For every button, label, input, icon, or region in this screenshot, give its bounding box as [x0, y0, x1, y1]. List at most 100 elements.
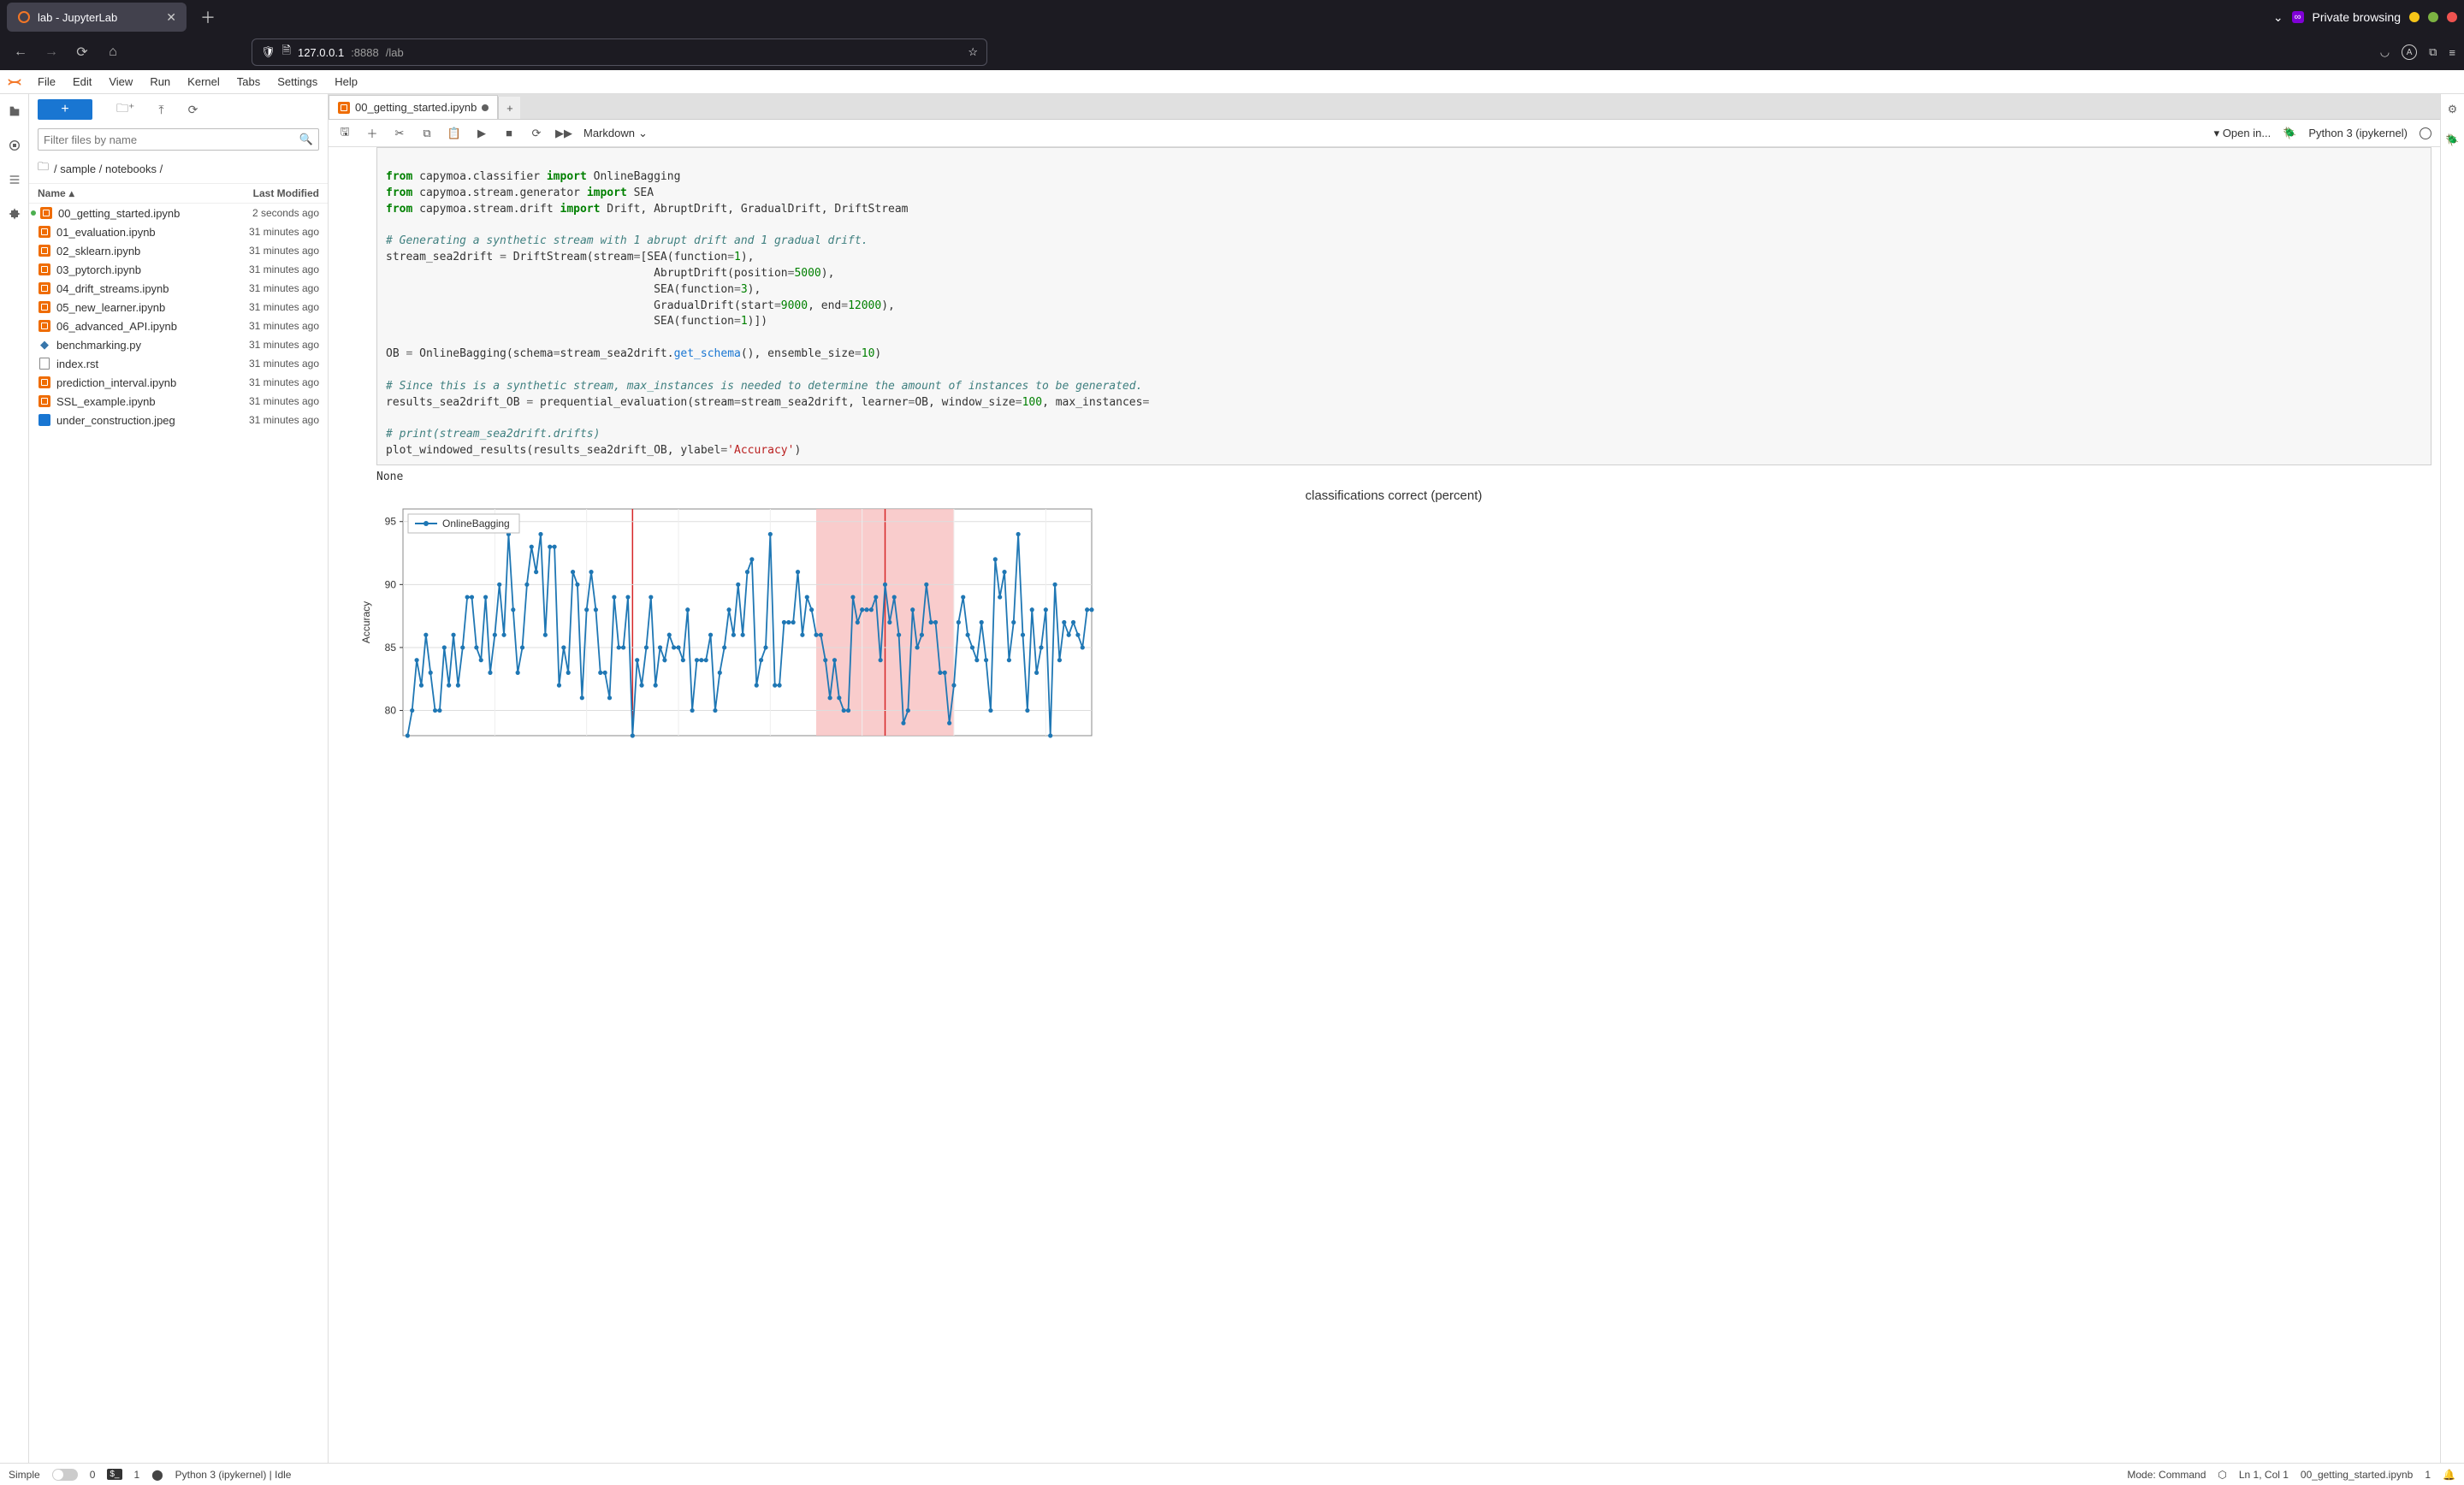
file-row[interactable]: 00_getting_started.ipynb2 seconds ago [29, 204, 328, 222]
menu-icon[interactable]: ≡ [2449, 46, 2455, 59]
file-browser: + 🗀⁺ ⤒ ⟳ 🔍 🗀 / sample / notebooks / Name… [29, 94, 329, 1463]
restart-icon[interactable]: ⟳ [529, 127, 544, 140]
reload-button[interactable]: ⟳ [70, 40, 94, 64]
bug-icon[interactable]: 🪲 [2283, 127, 2296, 140]
sort-asc-icon: ▴ [69, 187, 74, 199]
account-icon[interactable]: A [2402, 44, 2417, 60]
extensions-icon[interactable] [6, 205, 23, 222]
window-maximize-icon[interactable] [2428, 12, 2438, 22]
url-host: 127.0.0.1 [298, 46, 344, 59]
upload-icon[interactable]: ⤒ [158, 103, 163, 117]
browser-tab[interactable]: lab - JupyterLab ✕ [7, 3, 187, 32]
jupyter-logo-icon[interactable] [0, 74, 29, 91]
bell-icon[interactable]: 🔔 [2443, 1469, 2455, 1481]
menu-kernel[interactable]: Kernel [179, 75, 228, 88]
notebook-toolbar: 🖫 ＋ ✂ ⧉ 📋 ▶ ■ ⟳ ▶▶ Markdown ⌄ ▾ Open in.… [329, 120, 2440, 147]
cursor-position: Ln 1, Col 1 [2239, 1469, 2289, 1481]
file-row[interactable]: 01_evaluation.ipynb31 minutes ago [29, 222, 328, 241]
file-row[interactable]: under_construction.jpeg31 minutes ago [29, 411, 328, 429]
filter-input-wrapper[interactable]: 🔍 [38, 128, 319, 151]
add-tab-button[interactable]: + [498, 97, 520, 119]
file-name: 02_sklearn.ipynb [56, 245, 208, 257]
new-folder-icon[interactable]: 🗀⁺ [116, 99, 134, 120]
document-tab[interactable]: 00_getting_started.ipynb [329, 95, 498, 119]
file-modified: 31 minutes ago [208, 226, 319, 238]
new-launcher-button[interactable]: + [38, 99, 92, 120]
cut-icon[interactable]: ✂ [392, 127, 407, 140]
simple-mode-toggle[interactable] [52, 1469, 78, 1481]
file-row[interactable]: 02_sklearn.ipynb31 minutes ago [29, 241, 328, 260]
back-button[interactable]: ← [9, 40, 33, 64]
add-cell-icon[interactable]: ＋ [364, 125, 380, 141]
menu-view[interactable]: View [100, 75, 141, 88]
new-tab-button[interactable]: ＋ [193, 6, 222, 28]
file-row[interactable]: ◆benchmarking.py31 minutes ago [29, 335, 328, 354]
site-info-icon[interactable]: 🗎 [282, 43, 291, 62]
open-in-dropdown[interactable]: ▾ Open in... [2214, 127, 2272, 140]
refresh-icon[interactable]: ⟳ [188, 103, 198, 117]
home-button[interactable]: ⌂ [101, 40, 125, 64]
menu-file[interactable]: File [29, 75, 64, 88]
svg-text:Accuracy: Accuracy [360, 601, 372, 643]
code-cell[interactable]: [5]:from capymoa.classifier import Onlin… [376, 147, 2431, 465]
file-modified: 31 minutes ago [208, 339, 319, 351]
shield-icon[interactable]: 🛡 [261, 45, 275, 59]
toc-icon[interactable] [6, 171, 23, 188]
pocket-icon[interactable]: ◡ [2380, 45, 2390, 59]
trust-icon[interactable]: ⬡ [2218, 1469, 2226, 1481]
notebook-icon [39, 206, 53, 220]
url-path: /lab [386, 46, 404, 59]
file-list-header[interactable]: Name ▴ Last Modified [29, 183, 328, 204]
running-icon[interactable] [6, 137, 23, 154]
document-tab-label: 00_getting_started.ipynb [355, 101, 477, 114]
file-row[interactable]: 05_new_learner.ipynb31 minutes ago [29, 298, 328, 317]
notebook-cells[interactable]: [5]:from capymoa.classifier import Onlin… [329, 147, 2440, 1463]
file-name: prediction_interval.ipynb [56, 376, 208, 389]
file-name: 03_pytorch.ipynb [56, 263, 208, 276]
copy-icon[interactable]: ⧉ [419, 127, 435, 140]
window-close-icon[interactable] [2447, 12, 2457, 22]
url-port: :8888 [351, 46, 379, 59]
save-icon[interactable]: 🖫 [337, 124, 352, 143]
menu-settings[interactable]: Settings [269, 75, 326, 88]
file-modified: 31 minutes ago [208, 395, 319, 407]
python-icon: ◆ [38, 338, 51, 352]
paste-icon[interactable]: 📋 [447, 127, 462, 140]
cell-type-select[interactable]: Markdown ⌄ [583, 127, 648, 140]
notebook-icon [38, 281, 51, 295]
menu-tabs[interactable]: Tabs [228, 75, 269, 88]
file-row[interactable]: 06_advanced_API.ipynb31 minutes ago [29, 317, 328, 335]
file-row[interactable]: 04_drift_streams.ipynb31 minutes ago [29, 279, 328, 298]
extensions-icon[interactable]: ⧉ [2429, 45, 2437, 59]
file-row[interactable]: SSL_example.ipynb31 minutes ago [29, 392, 328, 411]
file-modified: 31 minutes ago [208, 263, 319, 275]
terminal-icon[interactable]: $_ [107, 1469, 121, 1480]
breadcrumb[interactable]: 🗀 / sample / notebooks / [29, 154, 328, 183]
url-input[interactable]: 🛡 🗎 127.0.0.1 :8888/lab ☆ [252, 38, 987, 66]
run-icon[interactable]: ▶ [474, 127, 489, 140]
chevron-down-icon[interactable]: ⌄ [2273, 10, 2283, 25]
run-all-icon[interactable]: ▶▶ [556, 127, 572, 140]
menu-help[interactable]: Help [326, 75, 366, 88]
debugger-icon[interactable]: 🪲 [2445, 133, 2459, 147]
close-icon[interactable]: ✕ [166, 10, 176, 25]
kernel-status-icon[interactable] [2420, 127, 2431, 139]
bookmark-icon[interactable]: ☆ [968, 45, 978, 59]
kernel-name[interactable]: Python 3 (ipykernel) [2308, 127, 2408, 139]
notebook-icon [38, 225, 51, 239]
filter-input[interactable] [44, 133, 299, 146]
file-row[interactable]: 03_pytorch.ipynb31 minutes ago [29, 260, 328, 279]
menu-edit[interactable]: Edit [64, 75, 100, 88]
file-modified: 31 minutes ago [208, 320, 319, 332]
stop-icon[interactable]: ■ [501, 127, 517, 139]
folder-icon[interactable] [6, 103, 23, 120]
svg-text:85: 85 [385, 642, 397, 654]
property-inspector-icon[interactable]: ⚙ [2448, 103, 2458, 116]
file-name: 05_new_learner.ipynb [56, 301, 208, 314]
forward-button[interactable]: → [39, 40, 63, 64]
menu-run[interactable]: Run [141, 75, 179, 88]
file-row[interactable]: index.rst31 minutes ago [29, 354, 328, 373]
dirty-indicator-icon [482, 104, 489, 111]
window-minimize-icon[interactable] [2409, 12, 2420, 22]
file-row[interactable]: prediction_interval.ipynb31 minutes ago [29, 373, 328, 392]
